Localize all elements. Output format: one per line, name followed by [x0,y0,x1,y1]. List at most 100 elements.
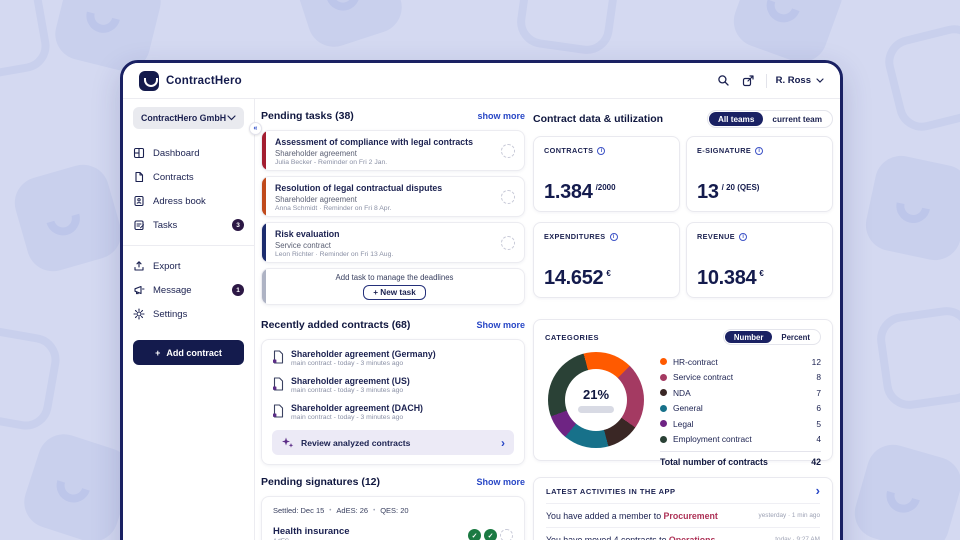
sidebar-item-dashboard[interactable]: Dashboard [133,141,244,165]
activity-link[interactable]: Operations [669,535,715,540]
user-menu[interactable]: R. Ross [776,75,824,86]
activity-pre: You have moved 4 contracts to [546,534,669,540]
signature-pending-icon [500,529,513,540]
info-icon[interactable]: i [755,146,764,155]
sidebar-item-export[interactable]: Export [133,254,244,278]
pattern-shape [873,303,960,413]
categories-title: CATEGORIES [545,332,600,342]
latest-activities-title: LATEST ACTIVITIES IN THE APP [546,486,676,496]
add-task-prompt: Add task to manage the deadlines [335,273,454,282]
add-contract-button[interactable]: + Add contract [133,340,244,365]
bullet-separator: • [329,507,332,514]
signature-item[interactable]: Health insurance AdES ✓✓ [273,526,513,540]
recent-contract-title: Shareholder agreement (US) [291,376,410,386]
stat-label: EXPENDITURES [544,232,606,241]
task-card[interactable]: Resolution of legal contractual disputes… [261,176,525,217]
top-bar: ContractHero R. Ross [123,63,840,99]
brand: ContractHero [139,70,242,91]
company-selector[interactable]: ContractHero GmbH [133,107,244,129]
donut-center-bar [578,406,614,413]
info-icon[interactable]: i [609,232,618,241]
toggle-all-teams[interactable]: All teams [708,112,764,126]
recent-contract-meta: main contract - today - 3 minutes ago [291,414,404,421]
share-icon[interactable] [741,73,757,89]
sidebar-item-tasks[interactable]: Tasks 3 [133,213,244,237]
chevron-right-icon[interactable]: › [816,484,820,497]
recent-contract-title: Shareholder agreement (DACH) [291,403,423,413]
legend-row[interactable]: HR-contract 12 [660,354,821,370]
search-icon[interactable] [716,73,732,89]
company-name: ContractHero GmbH [141,113,227,123]
stat-suffix: /2000 [595,183,616,192]
recent-contract-item[interactable]: Shareholder agreement (US) main contract… [272,376,514,394]
toggle-number[interactable]: Number [724,331,773,343]
legend-label: Employment contract [673,434,752,445]
task-checkbox[interactable] [501,143,515,158]
task-reminder: Julia Becker - Reminder on Fri 2 Jan. [275,158,388,166]
sidebar-item-contracts[interactable]: Contracts [133,165,244,189]
review-analyzed-contracts-row[interactable]: Review analyzed contracts › [272,430,514,455]
task-contract: Service contract [275,240,331,250]
stats-grid: CONTRACTS i 1.384 /2000 E-SIGNATURE i 13 [533,136,833,298]
app-window: ContractHero R. Ross ContractHero GmbH D… [120,60,843,540]
user-name: R. Ross [775,75,811,86]
legend-row[interactable]: Legal 5 [660,416,821,432]
activity-row[interactable]: You have added a member to Procurement y… [546,503,820,527]
sidebar-collapse-button[interactable]: « [249,122,262,135]
task-checkbox[interactable] [501,189,515,204]
stat-label: E-SIGNATURE [697,146,752,155]
stat-value: 10.384 [697,267,757,289]
task-contract: Shareholder agreement [275,194,357,204]
sidebar-item-adress-book[interactable]: Adress book [133,189,244,213]
legend-row[interactable]: General 6 [660,401,821,417]
new-task-button[interactable]: + New task [363,285,426,300]
task-card[interactable]: Assessment of compliance with legal cont… [261,130,525,171]
topbar-actions: R. Ross [716,73,824,89]
donut-center: 21% [548,352,644,448]
task-title: Assessment of compliance with legal cont… [275,137,473,147]
task-checkbox[interactable] [501,235,515,250]
categories-donut[interactable]: 21% [548,352,644,448]
signature-contract-title: Health insurance [273,526,350,537]
activity-row[interactable]: You have moved 4 contracts to Operations… [546,527,820,540]
toggle-percent[interactable]: Percent [772,331,819,343]
toggle-current-team[interactable]: current team [763,112,831,126]
categories-toggle: Number Percent [722,329,821,345]
pending-signatures-title: Pending signatures (12) [261,476,381,488]
activity-text: You have added a member to Procurement [546,511,751,521]
pending-tasks-show-more-link[interactable]: show more [477,111,525,121]
info-icon[interactable]: i [739,232,748,241]
recent-contract-item[interactable]: Shareholder agreement (Germany) main con… [272,349,514,367]
stat-value: 1.384 [544,181,593,203]
info-icon[interactable]: i [597,146,606,155]
recent-contract-item[interactable]: Shareholder agreement (DACH) main contra… [272,403,514,421]
recent-contracts-show-more-link[interactable]: Show more [476,320,525,330]
total-contracts-label: Total number of contracts [660,457,768,467]
recent-contracts-card: Shareholder agreement (Germany) main con… [261,339,525,465]
pending-signatures-header: Pending signatures (12) Show more [261,476,525,488]
task-card[interactable]: Risk evaluation Service contract Leon Ri… [261,222,525,263]
esignature-stat-card: E-SIGNATURE i 13 / 20 (QES) [686,136,833,212]
sidebar-item-label: Dashboard [153,147,200,159]
chevron-down-icon [227,115,236,121]
pending-signatures-show-more-link[interactable]: Show more [476,477,525,487]
task-reminder: Anna Schmidt · Reminder on Fri 8 Apr. [275,204,392,212]
megaphone-icon [134,285,145,295]
task-contract: Shareholder agreement [275,148,357,158]
stat-label: REVENUE [697,232,736,241]
pending-signatures-card: Settled: Dec 15 • AdES: 26 • QES: 20 Hea… [261,496,525,540]
legend-row[interactable]: NDA 7 [660,385,821,401]
sidebar-item-label: Contracts [153,171,194,183]
legend-row[interactable]: Service contract 8 [660,370,821,386]
sidebar-item-message[interactable]: Message 1 [133,278,244,302]
activity-link[interactable]: Procurement [664,511,718,521]
legend-row[interactable]: Employment contract 4 [660,432,821,448]
sidebar-item-settings[interactable]: Settings [133,302,244,326]
pattern-shape [0,0,54,84]
legend-value: 12 [811,356,821,367]
contract-doc-icon [273,350,284,364]
signatures-summary: Settled: Dec 15 • AdES: 26 • QES: 20 [273,506,513,515]
sidebar-divider [123,245,254,246]
stat-suffix: € [759,269,764,278]
add-task-card: Add task to manage the deadlines + New t… [261,268,525,305]
